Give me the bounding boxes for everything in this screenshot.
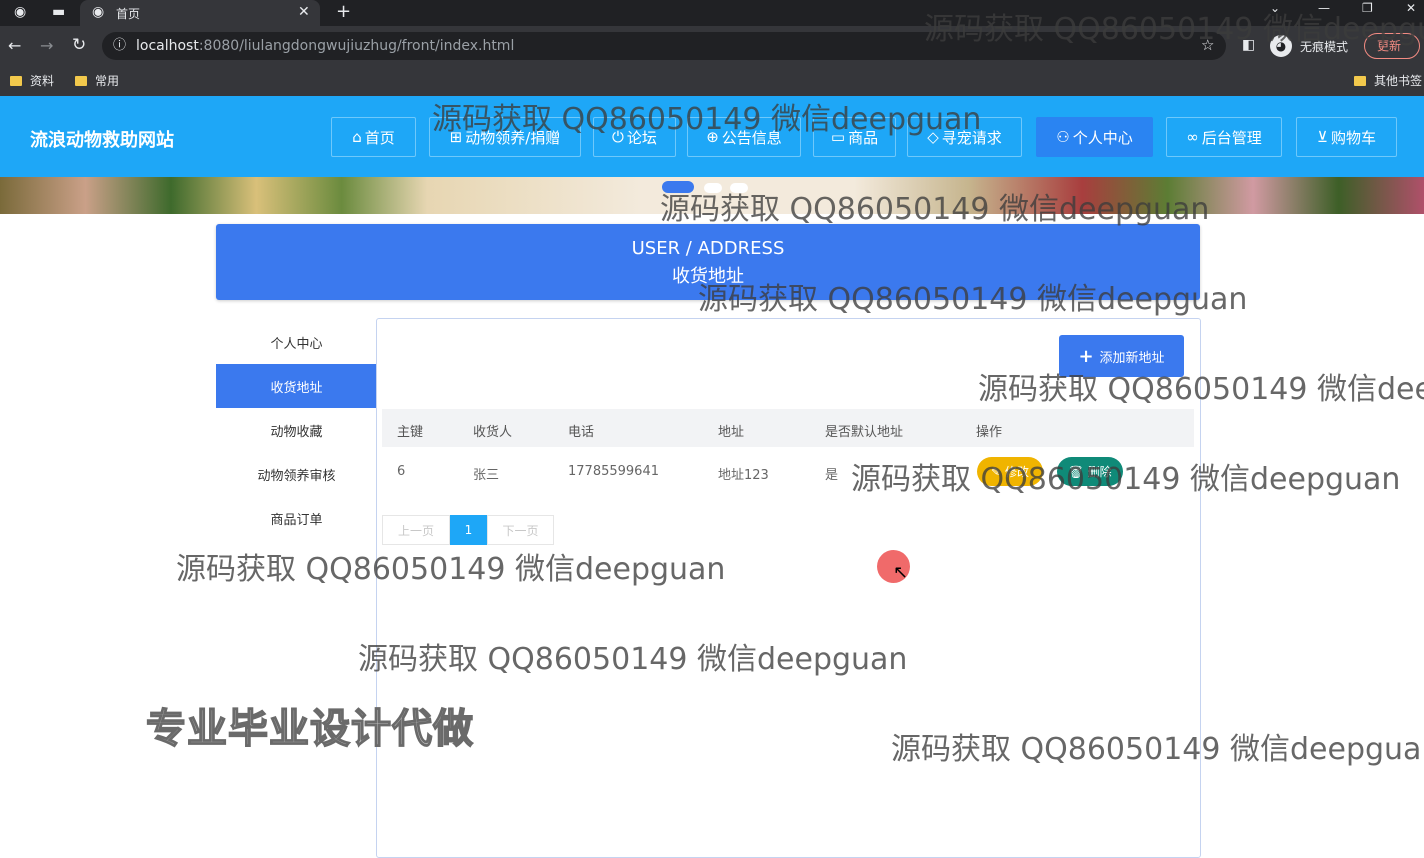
bookmark-folder-changyong[interactable]: 常用 [75, 72, 119, 89]
nav-goods[interactable]: ▭ 商品 [813, 117, 896, 157]
sidebar-item-address[interactable]: 收货地址 [216, 364, 377, 408]
bookmark-folder-ziliao[interactable]: 资料 [10, 72, 54, 89]
sidebar-item-adoption-review[interactable]: 动物领养审核 [216, 452, 377, 496]
add-address-button[interactable]: + 添加新地址 [1059, 335, 1184, 377]
back-icon[interactable]: ← [8, 38, 21, 54]
globe-icon[interactable]: ◉ [14, 5, 26, 19]
column-header-actions: 操作 [976, 425, 1003, 440]
globe-icon: ⊕ [706, 128, 719, 146]
carousel-dot[interactable] [662, 181, 694, 193]
bookmark-folder-other[interactable]: 其他书签 [1354, 72, 1422, 89]
chevron-down-icon[interactable]: ⌄ [1270, 2, 1280, 14]
cell-default: 是 [825, 468, 839, 483]
nav-forum[interactable]: ⏻ 论坛 [593, 117, 676, 157]
incognito-icon: ◕ [1270, 35, 1292, 57]
page-heading: USER / ADDRESS 收货地址 [216, 224, 1200, 300]
prev-page-button[interactable]: 上一页 [382, 515, 450, 545]
update-button[interactable]: 更新 [1364, 33, 1420, 59]
cell-receiver: 张三 [473, 468, 500, 483]
site-title: 流浪动物救助网站 [30, 130, 174, 151]
close-tab-icon[interactable]: ✕ [298, 5, 310, 19]
info-icon[interactable]: ⓘ [113, 39, 126, 52]
sidebar-item-favorites[interactable]: 动物收藏 [216, 408, 377, 452]
heading-chinese: 收货地址 [672, 266, 744, 287]
book-icon: ▭ [830, 128, 846, 146]
tab-title: 首页 [116, 7, 141, 21]
close-window-icon[interactable]: ✕ [1406, 2, 1416, 14]
cell-phone: 17785599641 [568, 464, 659, 479]
cell-address: 地址123 [718, 468, 769, 483]
side-panel-icon[interactable]: ◧ [1242, 38, 1255, 52]
link-icon: ∞ [1186, 128, 1199, 146]
folder-icon [1354, 76, 1366, 86]
nav-announcements[interactable]: ⊕ 公告信息 [687, 117, 801, 157]
column-header-address: 地址 [718, 425, 745, 440]
cart-icon: ⊻ [1317, 128, 1328, 146]
url-text: localhost:8080/liulangdongwujiuzhug/fron… [136, 38, 515, 54]
nav-home[interactable]: ⌂ 首页 [331, 117, 416, 157]
restore-icon[interactable]: ❐ [1362, 2, 1373, 14]
content-panel [376, 318, 1201, 858]
sidebar-item-orders[interactable]: 商品订单 [216, 496, 377, 540]
edit-icon: ✎ [990, 464, 1002, 479]
new-tab-icon[interactable]: + [336, 3, 351, 21]
sidebar-item-user-center[interactable]: 个人中心 [216, 320, 377, 364]
cell-id: 6 [397, 464, 406, 479]
page-number-current[interactable]: 1 [450, 515, 487, 545]
next-page-button[interactable]: 下一页 [487, 515, 554, 545]
heading-english: USER / ADDRESS [631, 238, 785, 259]
tag-icon: ◇ [927, 128, 939, 146]
column-header-default: 是否默认地址 [825, 425, 904, 440]
mouse-cursor-icon: ↖ [893, 562, 909, 583]
incognito-label: 无痕模式 [1300, 40, 1349, 54]
reload-icon[interactable]: ↻ [72, 37, 86, 54]
nav-user-center[interactable]: ⚇ 个人中心 [1036, 117, 1153, 157]
minimize-icon[interactable]: — [1318, 2, 1330, 14]
column-header-receiver: 收货人 [473, 425, 513, 440]
nav-adopt-donate[interactable]: ⊞ 动物领养/捐赠 [429, 117, 581, 157]
window-icon[interactable]: ▬ [52, 5, 65, 19]
delete-button[interactable]: 🗑 删除 [1057, 457, 1123, 486]
promo-overlay-text: 专业毕业设计代做 [145, 705, 474, 753]
bookmark-star-icon[interactable]: ☆ [1201, 38, 1214, 53]
nav-cart[interactable]: ⊻ 购物车 [1296, 117, 1397, 157]
plus-icon: + [1078, 345, 1094, 367]
tab-favicon-icon: ◉ [92, 4, 105, 20]
adopt-icon: ⊞ [449, 128, 463, 146]
folder-icon [75, 76, 87, 86]
carousel-dot[interactable] [704, 183, 722, 193]
trash-icon: 🗑 [1068, 464, 1084, 479]
user-icon: ⚇ [1056, 128, 1070, 146]
folder-icon [10, 76, 22, 86]
bookmarks-bar [0, 66, 1424, 96]
column-header-id: 主键 [397, 425, 424, 440]
carousel-dot[interactable] [730, 183, 748, 193]
column-header-phone: 电话 [568, 425, 595, 440]
home-icon: ⌂ [352, 128, 362, 146]
browser-tab[interactable]: ◉ 首页 ✕ [80, 0, 320, 26]
browser-tab-bar: ◉ ▬ ◉ 首页 ✕ + ⌄ — ❐ ✕ [0, 0, 1424, 26]
nav-admin[interactable]: ∞ 后台管理 [1166, 117, 1282, 157]
power-icon: ⏻ [612, 128, 624, 146]
forward-icon[interactable]: → [40, 38, 53, 54]
nav-pet-search[interactable]: ◇ 寻宠请求 [907, 117, 1022, 157]
edit-button[interactable]: ✎ 修改 [977, 457, 1043, 486]
